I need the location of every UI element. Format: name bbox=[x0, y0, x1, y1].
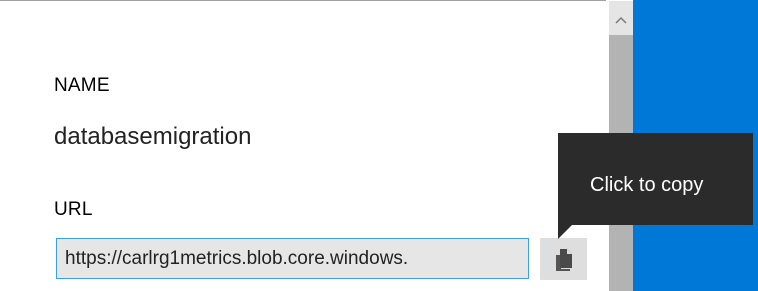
copy-tooltip: Click to copy bbox=[558, 133, 753, 225]
tooltip-text: Click to copy bbox=[590, 174, 704, 196]
tooltip-pointer bbox=[558, 225, 572, 239]
chevron-up-icon bbox=[615, 11, 627, 29]
copy-icon bbox=[554, 247, 574, 271]
url-field[interactable]: https://carlrg1metrics.blob.core.windows… bbox=[56, 238, 529, 279]
url-label: URL bbox=[54, 199, 93, 220]
scroll-up-button[interactable] bbox=[609, 9, 633, 31]
properties-panel: NAME databasemigration URL https://carlr… bbox=[0, 1, 606, 291]
name-value: databasemigration bbox=[54, 123, 252, 150]
copy-button[interactable] bbox=[540, 238, 587, 280]
name-label: NAME bbox=[54, 75, 110, 96]
